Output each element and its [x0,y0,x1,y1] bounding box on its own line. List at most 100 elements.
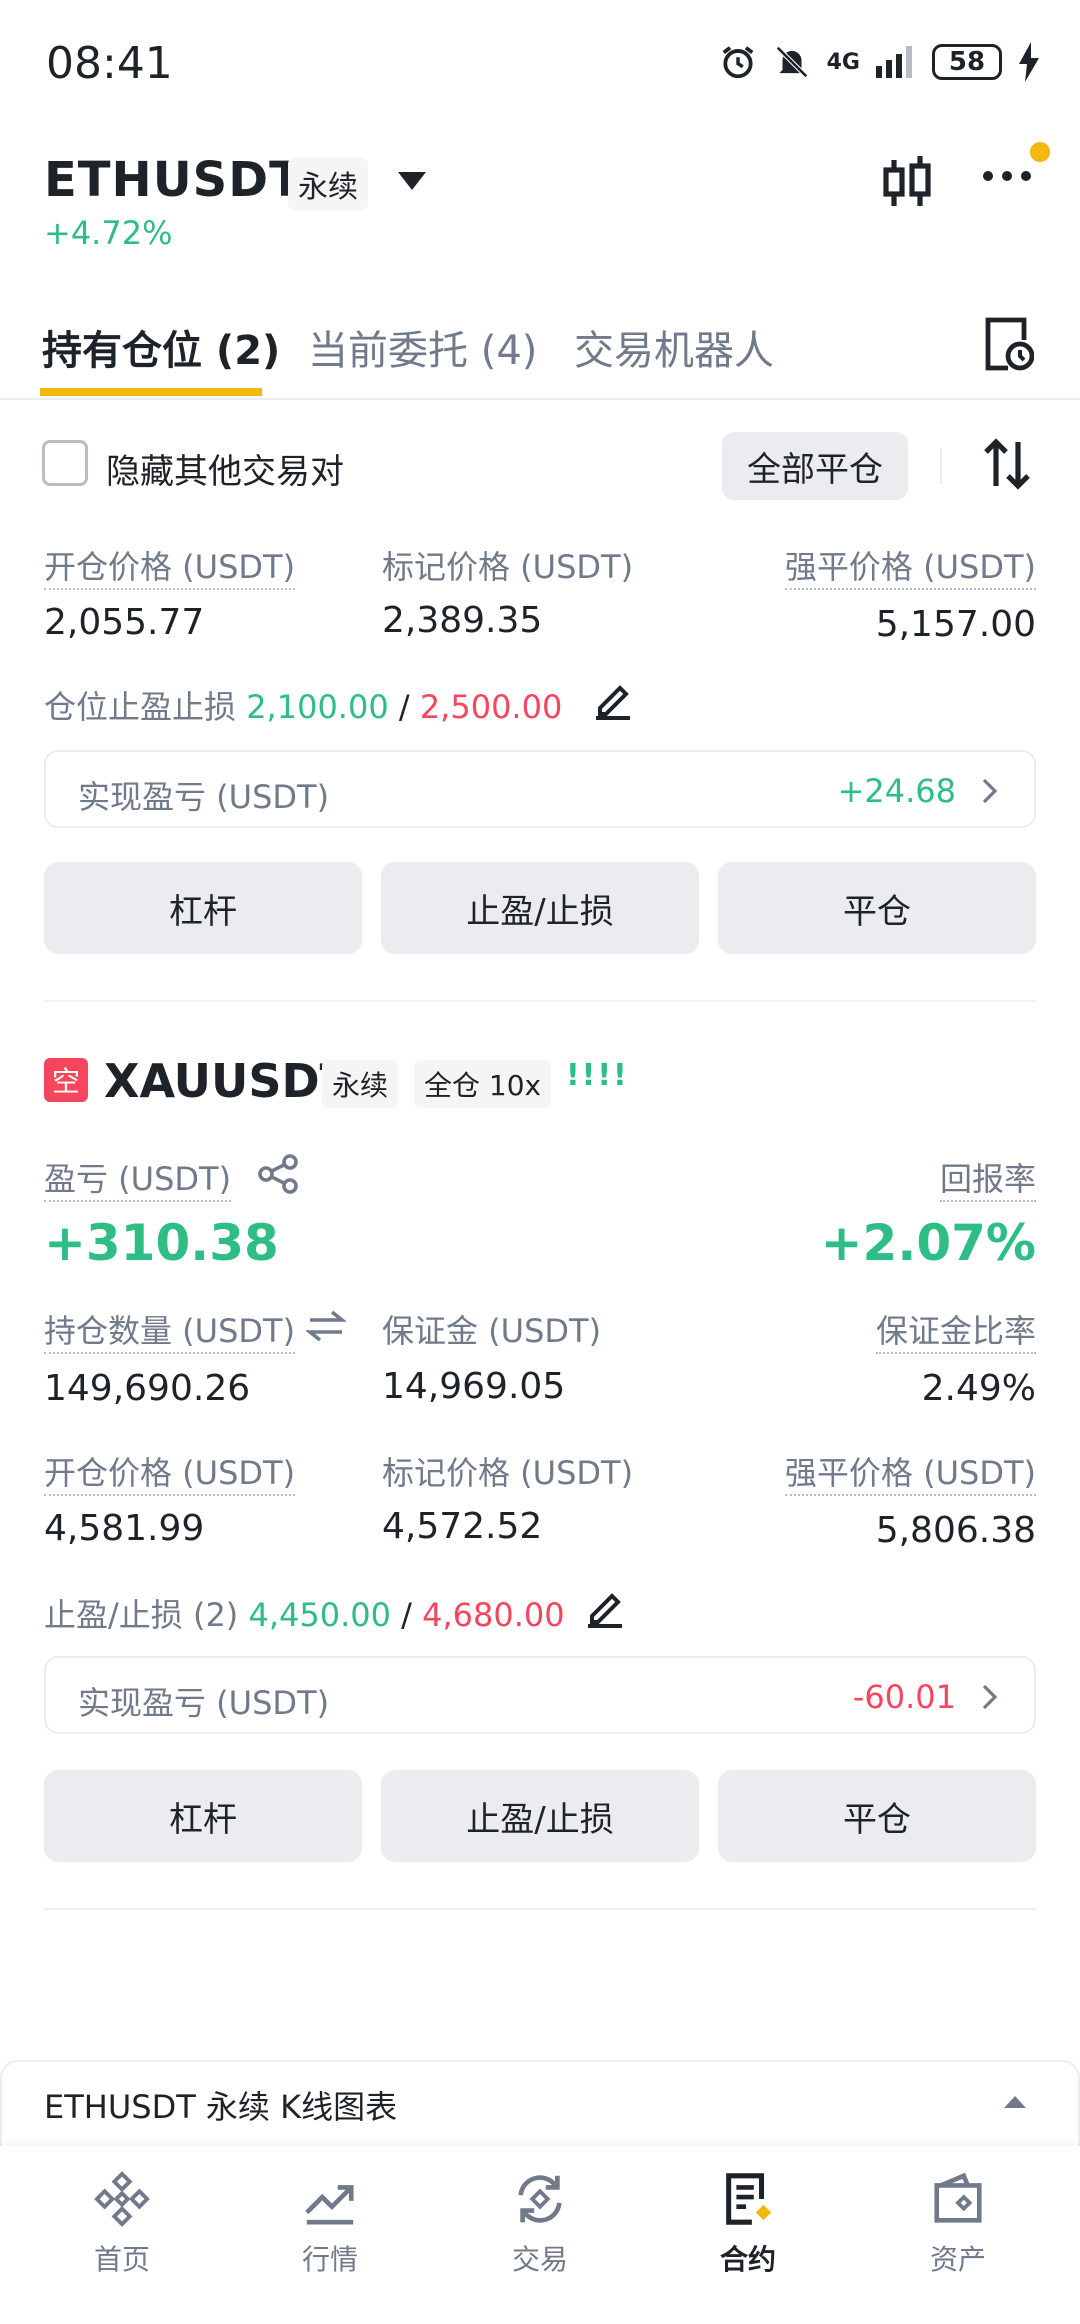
position-size-label[interactable]: 持仓数量 (USDT) [44,1312,296,1354]
markets-icon [305,2185,354,2225]
position-size-value: 149,690.26 [44,1368,251,1409]
leverage-button[interactable]: 杠杆 [44,1770,362,1862]
take-profit-value: 4,450.00 [248,1596,391,1634]
contract-type-tag: 永续 [322,1060,399,1108]
active-tab-indicator [40,388,262,396]
hide-other-pairs-label: 隐藏其他交易对 [106,452,344,492]
notification-dot [1030,142,1050,162]
nav-assets-label: 资产 [929,2243,986,2276]
tpsl-button[interactable]: 止盈/止损 [381,862,699,954]
tab-positions[interactable]: 持有仓位 (2) [42,318,280,376]
kline-chart-title: ETHUSDT 永续 K线图表 [44,2088,398,2126]
edit-icon[interactable] [586,1588,624,1628]
nav-home[interactable]: 首页 [52,2170,192,2278]
position-divider [44,1908,1036,1910]
position-symbol[interactable]: XAUUSDT [104,1054,351,1108]
nav-futures-label: 合约 [719,2243,776,2276]
caret-up-icon[interactable] [1004,2094,1026,2108]
swap-unit-icon[interactable] [306,1310,346,1342]
tab-trading-bots[interactable]: 交易机器人 [574,318,774,376]
realized-pnl-panel[interactable]: 实现盈亏 (USDT) +24.68 [44,750,1036,828]
contract-type-tag: 永续 [288,158,368,210]
realized-pnl-label: 实现盈亏 (USDT) [78,778,330,816]
futures-icon [726,2173,772,2225]
liquidation-price-label[interactable]: 强平价格 (USDT) [784,548,1036,590]
stop-loss-value: 4,680.00 [422,1596,565,1634]
liquidation-price-label[interactable]: 强平价格 (USDT) [784,1454,1036,1496]
mark-price-value: 2,389.35 [382,600,543,641]
liquidation-price-value: 5,157.00 [875,604,1036,645]
nav-home-label: 首页 [93,2243,150,2276]
battery-level: 58 [948,47,986,77]
tab-divider [0,398,1080,400]
margin-label: 保证金 (USDT) [382,1312,602,1350]
stop-loss-value: 2,500.00 [419,688,563,726]
tpsl-label: 仓位止盈止损 [44,688,237,726]
close-position-button[interactable]: 平仓 [718,1770,1036,1862]
short-badge: 空 [44,1058,88,1102]
close-position-button[interactable]: 平仓 [718,862,1036,954]
realized-pnl-value: -60.01 [852,1678,956,1716]
margin-mode-tag[interactable]: 全仓 10x [414,1060,552,1108]
tpsl-row: 止盈/止损 (2) 4,450.00 / 4,680.00 [44,1590,565,1636]
divider [940,448,942,484]
roe-label[interactable]: 回报率 [939,1160,1036,1202]
home-icon [94,2171,150,2227]
tpsl-separator: / [398,688,410,726]
realized-pnl-panel[interactable]: 实现盈亏 (USDT) -60.01 [44,1656,1036,1734]
nav-assets[interactable]: 资产 [888,2170,1028,2278]
nav-markets-label: 行情 [301,2243,358,2276]
liquidation-price-value: 5,806.38 [875,1510,1036,1551]
hide-other-pairs-checkbox[interactable] [42,440,88,486]
entry-price-value: 4,581.99 [44,1508,205,1549]
order-history-icon[interactable] [984,316,1034,372]
tpsl-button[interactable]: 止盈/止损 [381,1770,699,1862]
tpsl-label: 止盈/止损 (2) [44,1596,239,1634]
adl-indicator: !!!! [566,1058,629,1093]
entry-price-label[interactable]: 开仓价格 (USDT) [44,548,296,590]
pnl-value: +310.38 [44,1214,279,1272]
tab-open-orders[interactable]: 当前委托 (4) [308,318,537,376]
candlestick-icon[interactable] [882,156,932,210]
take-profit-value: 2,100.00 [246,688,389,726]
nav-trade[interactable]: 交易 [470,2170,610,2278]
status-time: 08:41 [46,38,173,89]
alarm-icon [722,46,754,79]
mark-price-value: 4,572.52 [382,1506,543,1547]
mark-price-label: 标记价格 (USDT) [382,1454,634,1492]
sort-icon[interactable] [984,438,1030,490]
signal-icon [876,46,912,78]
pnl-label[interactable]: 盈亏 (USDT) [44,1160,232,1202]
margin-ratio-label[interactable]: 保证金比率 [875,1312,1036,1354]
roe-value: +2.07% [820,1214,1036,1272]
caret-down-icon[interactable] [398,172,426,192]
bottom-navigation: 首页 行情 交易 合约 资产 [0,2146,1080,2324]
position-divider [44,1000,1036,1002]
leverage-button[interactable]: 杠杆 [44,862,362,954]
margin-ratio-value: 2.49% [921,1368,1036,1409]
realized-pnl-label: 实现盈亏 (USDT) [78,1684,330,1722]
battery-indicator: 58 [932,44,1002,80]
nav-futures[interactable]: 合约 [678,2170,818,2278]
tpsl-row: 仓位止盈止损 2,100.00 / 2,500.00 [44,682,562,728]
share-icon[interactable] [258,1154,300,1194]
realized-pnl-value: +24.68 [837,772,956,810]
network-label: 4G [826,49,860,75]
status-icons: 4G 58 [719,42,1040,82]
nav-markets[interactable]: 行情 [260,2170,400,2278]
mute-bell-icon [775,46,808,78]
price-change: +4.72% [44,214,173,252]
more-icon[interactable] [982,168,1032,184]
chevron-right-icon [982,778,998,804]
mark-price-label: 标记价格 (USDT) [382,548,634,586]
entry-price-label[interactable]: 开仓价格 (USDT) [44,1454,296,1496]
close-all-button[interactable]: 全部平仓 [722,432,908,500]
trade-icon [518,2175,562,2223]
margin-value: 14,969.05 [382,1366,566,1407]
symbol-title[interactable]: ETHUSDT [44,152,303,208]
nav-trade-label: 交易 [511,2243,568,2276]
entry-price-value: 2,055.77 [44,602,205,643]
edit-icon[interactable] [594,680,632,720]
charging-icon [1019,42,1039,82]
wallet-icon [934,2172,982,2223]
